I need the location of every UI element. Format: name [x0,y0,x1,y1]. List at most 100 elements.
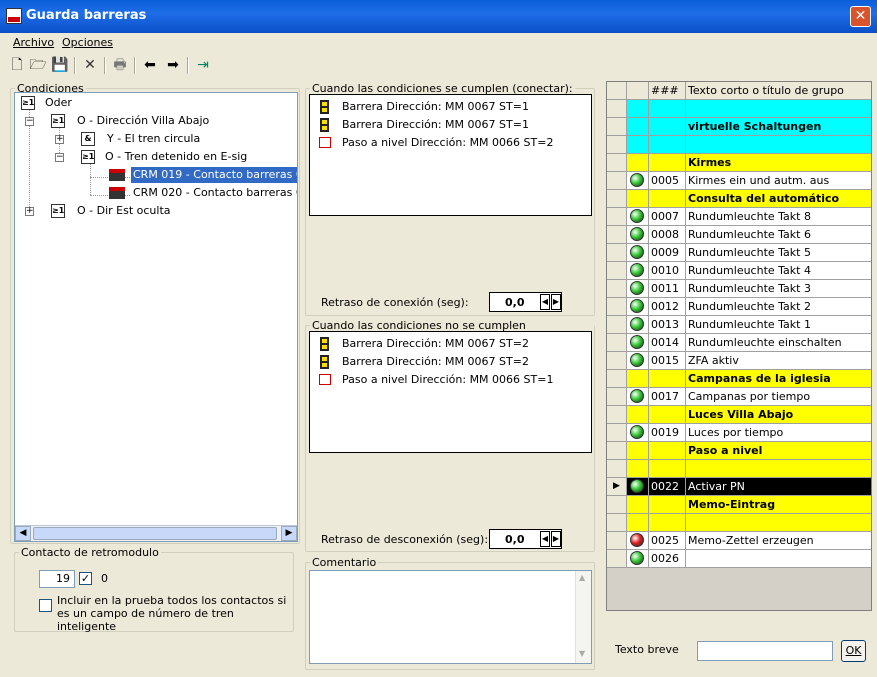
status-cell[interactable] [627,262,649,280]
tree-item-dir-est-oculta[interactable]: + ≥1 O - Dir Est oculta [25,203,225,219]
text-cell[interactable] [686,460,871,478]
feedback-checkbox[interactable]: ✓ [79,572,92,585]
status-cell[interactable] [627,334,649,352]
row-header[interactable] [607,316,627,334]
table-row[interactable]: 0010 Rundumleuchte Takt 4 [607,262,871,280]
row-header[interactable] [607,496,627,514]
text-cell[interactable]: Rundumleuchte Takt 6 [686,226,871,244]
number-cell[interactable]: 0009 [649,244,686,262]
scroll-up-icon[interactable]: ▲ [579,573,585,582]
arrow-right-icon[interactable]: ➡ [164,56,182,74]
text-cell[interactable]: Rundumleuchte Takt 3 [686,280,871,298]
text-cell[interactable] [686,100,871,118]
row-header[interactable] [607,244,627,262]
status-cell[interactable] [627,370,649,388]
row-header[interactable] [607,424,627,442]
number-cell[interactable]: 0010 [649,262,686,280]
row-header[interactable] [607,370,627,388]
row-header[interactable] [607,298,627,316]
arrow-left-icon[interactable]: ⬅ [141,56,159,74]
delete-icon[interactable]: ✕ [81,56,99,74]
status-cell[interactable] [627,136,649,154]
table-row[interactable]: 0015 ZFA aktiv [607,352,871,370]
number-cell[interactable]: 0011 [649,280,686,298]
table-row[interactable] [607,100,871,118]
status-cell[interactable] [627,460,649,478]
row-header[interactable] [607,352,627,370]
number-cell[interactable] [649,370,686,388]
number-cell[interactable]: 0019 [649,424,686,442]
status-cell[interactable] [627,154,649,172]
table-row[interactable] [607,460,871,478]
increment-icon[interactable]: ▶ [551,531,561,547]
row-header[interactable] [607,532,627,550]
grid-column-header[interactable] [607,82,627,100]
status-cell[interactable] [627,316,649,334]
table-row[interactable]: 0026 [607,550,871,568]
status-cell[interactable] [627,478,649,496]
expand-toggle[interactable]: + [25,207,34,216]
number-cell[interactable]: 0026 [649,550,686,568]
row-header[interactable] [607,550,627,568]
row-header[interactable] [607,388,627,406]
table-row[interactable]: 0014 Rundumleuchte einschalten [607,334,871,352]
number-cell[interactable]: 0007 [649,208,686,226]
status-cell[interactable] [627,442,649,460]
text-cell[interactable]: Paso a nivel [686,442,871,460]
table-row[interactable]: ▶ 0022 Activar PN [607,478,871,496]
status-cell[interactable] [627,172,649,190]
status-cell[interactable] [627,226,649,244]
text-cell[interactable]: Rundumleuchte Takt 1 [686,316,871,334]
save-icon[interactable]: 💾 [51,56,69,74]
text-cell[interactable]: Kirmes [686,154,871,172]
table-row[interactable]: 0017 Campanas por tiempo [607,388,871,406]
number-cell[interactable]: 0015 [649,352,686,370]
status-cell[interactable] [627,190,649,208]
tree-item-tren-detenido[interactable]: − ≥1 O - Tren detenido en E-sig [55,149,285,165]
table-row[interactable] [607,514,871,532]
text-cell[interactable]: Rundumleuchte Takt 4 [686,262,871,280]
status-cell[interactable] [627,532,649,550]
menu-archivo[interactable]: Archivo [13,36,54,49]
row-header[interactable] [607,154,627,172]
status-cell[interactable] [627,514,649,532]
grid-column-header[interactable]: Texto corto o título de grupo [686,82,871,100]
number-cell[interactable]: 0017 [649,388,686,406]
text-cell[interactable]: Activar PN [686,478,871,496]
table-row[interactable] [607,136,871,154]
table-row[interactable]: Kirmes [607,154,871,172]
status-cell[interactable] [627,298,649,316]
scroll-right-icon[interactable]: ▶ [281,526,297,541]
print-icon[interactable]: 🖶 [111,56,129,74]
table-row[interactable]: 0013 Rundumleuchte Takt 1 [607,316,871,334]
table-row[interactable]: Campanas de la iglesia [607,370,871,388]
text-cell[interactable]: virtuelle Schaltungen [686,118,871,136]
table-row[interactable]: Consulta del automático [607,190,871,208]
table-row[interactable]: 0012 Rundumleuchte Takt 2 [607,298,871,316]
table-row[interactable]: virtuelle Schaltungen [607,118,871,136]
tree-item-direccion-villa-abajo[interactable]: − ≥1 O - Dirección Villa Abajo [25,113,225,129]
table-row[interactable]: Paso a nivel [607,442,871,460]
number-cell[interactable] [649,118,686,136]
status-cell[interactable] [627,352,649,370]
decrement-icon[interactable]: ◀ [540,294,550,310]
number-cell[interactable] [649,496,686,514]
table-row[interactable]: Memo-Eintrag [607,496,871,514]
open-folder-icon[interactable]: 🗁 [29,56,47,74]
expand-toggle[interactable]: + [55,135,64,144]
table-row[interactable]: 0009 Rundumleuchte Takt 5 [607,244,871,262]
exit-icon[interactable]: ⇥ [194,56,212,74]
collapse-toggle[interactable]: − [55,153,64,162]
row-header[interactable] [607,514,627,532]
close-button[interactable]: ✕ [850,6,871,27]
text-cell[interactable]: Rundumleuchte Takt 2 [686,298,871,316]
text-cell[interactable]: Memo-Zettel erzeugen [686,532,871,550]
row-header[interactable] [607,262,627,280]
number-cell[interactable] [649,136,686,154]
table-row[interactable]: 0008 Rundumleuchte Takt 6 [607,226,871,244]
conditions-tree[interactable]: ≥1 Oder − ≥1 O - Dirección Villa Abajo +… [14,92,298,542]
row-header[interactable] [607,190,627,208]
number-cell[interactable] [649,406,686,424]
number-cell[interactable] [649,514,686,532]
number-cell[interactable]: 0005 [649,172,686,190]
